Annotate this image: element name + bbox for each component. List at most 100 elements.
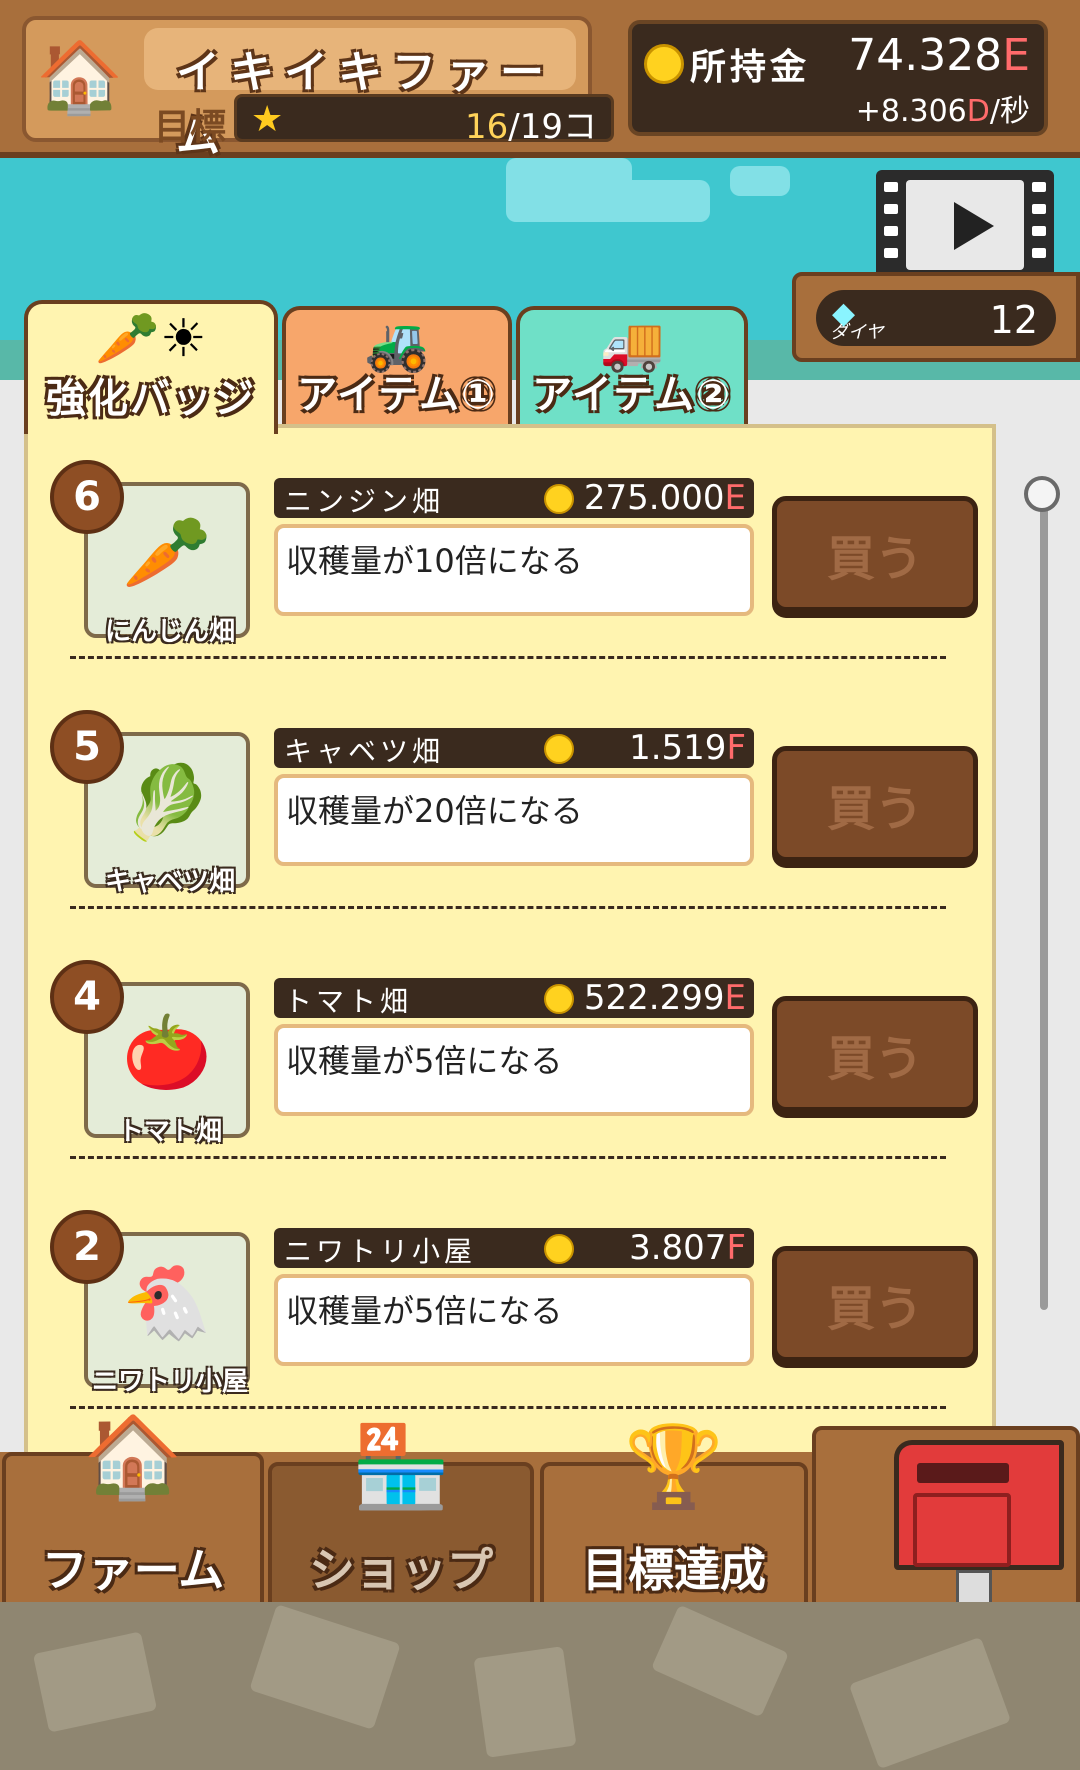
level-badge: 4 bbox=[50, 960, 124, 1034]
header-bar: 🏠 イキイキファーム 目標 ★ 16/19コ 所持金 74.328E +8.30… bbox=[0, 0, 1080, 162]
item-name-bar: キャベツ畑 1.519F bbox=[274, 728, 754, 768]
ground-decoration bbox=[473, 1646, 577, 1758]
farm-house-icon: 🏠 bbox=[36, 36, 124, 118]
tab-label: 強化バッジ bbox=[46, 376, 256, 422]
price-unit: E bbox=[724, 978, 746, 1018]
nav-label: ファーム bbox=[41, 1543, 225, 1597]
thumbnail-label: キャベツ畑 bbox=[104, 867, 235, 897]
video-screen bbox=[906, 180, 1024, 270]
item-price: 1.519F bbox=[629, 728, 746, 768]
money-rate-amount: +8.306 bbox=[855, 94, 967, 129]
video-reward-button[interactable] bbox=[876, 170, 1054, 282]
divider bbox=[70, 656, 946, 659]
cloud bbox=[730, 166, 790, 196]
price-unit: F bbox=[726, 728, 746, 768]
goal-label: 目標 bbox=[154, 107, 227, 148]
divider bbox=[70, 1406, 946, 1409]
film-hole bbox=[884, 248, 898, 258]
bottom-nav: 🏠 ファーム 🏪 ショップ 🏆 目標達成 bbox=[0, 1410, 1080, 1622]
scrollbar-track[interactable] bbox=[1040, 490, 1048, 1310]
price-unit: F bbox=[726, 1228, 746, 1268]
mailbox-icon bbox=[894, 1440, 1064, 1570]
mailbox-button[interactable] bbox=[812, 1426, 1080, 1622]
coin-icon bbox=[644, 44, 684, 84]
nav-label: ショップ bbox=[309, 1543, 493, 1597]
money-rate-unit: D bbox=[966, 94, 990, 129]
item-name: ニンジン畑 bbox=[284, 485, 445, 518]
goal-progress-bar[interactable]: ★ 16/19コ bbox=[234, 94, 614, 147]
level-badge: 5 bbox=[50, 710, 124, 784]
tab-item-2[interactable]: 🚚 アイテム② bbox=[516, 306, 748, 430]
scrollbar-thumb[interactable] bbox=[1024, 476, 1060, 512]
item-price: 3.807F bbox=[629, 1228, 746, 1268]
ground-decoration bbox=[848, 1636, 1012, 1770]
nav-label: 目標達成 bbox=[582, 1543, 766, 1597]
buy-label: 買う bbox=[826, 531, 923, 587]
price-amount: 3.807 bbox=[629, 1228, 727, 1268]
thumbnail-label: ニワトリ小屋 bbox=[91, 1367, 248, 1397]
item-name: ニワトリ小屋 bbox=[284, 1235, 477, 1268]
ground-footer bbox=[0, 1602, 1080, 1770]
ground-decoration bbox=[650, 1604, 790, 1718]
money-label: 所持金 bbox=[690, 47, 811, 88]
price-unit: E bbox=[724, 478, 746, 518]
money-rate: +8.306D/秒 bbox=[856, 86, 1030, 130]
money-amount: 74.328 bbox=[848, 30, 1003, 81]
price-amount: 275.000 bbox=[583, 478, 725, 518]
upgrade-list-panel: 6 🥕 にんじん畑 ニンジン畑 275.000E 収穫量が10倍になる 買う 5… bbox=[24, 424, 996, 1484]
trophy-icon: 🏆 bbox=[624, 1420, 724, 1513]
nav-goal-button[interactable]: 🏆 目標達成 bbox=[540, 1420, 808, 1612]
buy-button[interactable]: 買う bbox=[772, 1246, 978, 1362]
buy-button[interactable]: 買う bbox=[772, 996, 978, 1112]
item-name-bar: ニワトリ小屋 3.807F bbox=[274, 1228, 754, 1268]
farm-house-icon: 🏠 bbox=[83, 1410, 183, 1503]
buy-label: 買う bbox=[826, 1031, 923, 1087]
ground-decoration bbox=[32, 1631, 158, 1733]
shop-icon: 🏪 bbox=[351, 1420, 451, 1513]
mailbox-door bbox=[913, 1493, 1011, 1567]
level-badge: 6 bbox=[50, 460, 124, 534]
description-box: 収穫量が5倍になる bbox=[274, 1274, 754, 1366]
list-item: 6 🥕 にんじん畑 ニンジン畑 275.000E 収穫量が10倍になる 買う bbox=[28, 460, 992, 710]
mailbox-slot bbox=[917, 1463, 1009, 1483]
item-description: 収穫量が5倍になる bbox=[286, 1292, 563, 1330]
coin-icon bbox=[544, 734, 574, 764]
description-box: 収穫量が5倍になる bbox=[274, 1024, 754, 1116]
money-value: 74.328E bbox=[848, 30, 1030, 81]
diamond-counter: ◆ ダイヤ 12 bbox=[816, 290, 1056, 346]
divider bbox=[70, 906, 946, 909]
farm-info-plate: 🏠 イキイキファーム 目標 ★ 16/19コ bbox=[22, 16, 614, 162]
film-hole bbox=[884, 204, 898, 214]
item-description: 収穫量が20倍になる bbox=[286, 792, 583, 830]
item-name-bar: ニンジン畑 275.000E bbox=[274, 478, 754, 518]
money-rate-suffix: /秒 bbox=[989, 94, 1030, 129]
money-unit: E bbox=[1002, 30, 1030, 81]
cloud bbox=[506, 180, 710, 222]
film-hole bbox=[1032, 204, 1046, 214]
item-price: 522.299E bbox=[584, 978, 746, 1018]
nav-farm-button[interactable]: 🏠 ファーム bbox=[2, 1410, 264, 1612]
buy-button[interactable]: 買う bbox=[772, 496, 978, 612]
description-box: 収穫量が20倍になる bbox=[274, 774, 754, 866]
item-description: 収穫量が5倍になる bbox=[286, 1042, 563, 1080]
buy-label: 買う bbox=[826, 1281, 923, 1337]
item-name: トマト畑 bbox=[284, 985, 413, 1018]
tab-upgrade-badge[interactable]: 🥕☀ 強化バッジ bbox=[24, 300, 278, 434]
play-icon bbox=[954, 202, 994, 250]
nav-shop-button[interactable]: 🏪 ショップ bbox=[268, 1420, 534, 1612]
film-hole bbox=[1032, 182, 1046, 192]
item-price: 275.000E bbox=[584, 478, 746, 518]
tab-item-1[interactable]: 🚜 アイテム① bbox=[282, 306, 512, 430]
item-name-bar: トマト畑 522.299E bbox=[274, 978, 754, 1018]
item-description: 収穫量が10倍になる bbox=[286, 542, 583, 580]
carrot-sun-icon: 🥕☀ bbox=[95, 309, 207, 369]
coin-icon bbox=[544, 984, 574, 1014]
film-hole bbox=[884, 182, 898, 192]
goal-progress-text: 16/19コ bbox=[465, 99, 597, 148]
ground-decoration bbox=[249, 1604, 401, 1730]
buy-button[interactable]: 買う bbox=[772, 746, 978, 862]
divider bbox=[70, 1156, 946, 1159]
price-amount: 522.299 bbox=[583, 978, 725, 1018]
goal-progress-count: 16 bbox=[465, 107, 509, 147]
film-hole bbox=[884, 226, 898, 236]
